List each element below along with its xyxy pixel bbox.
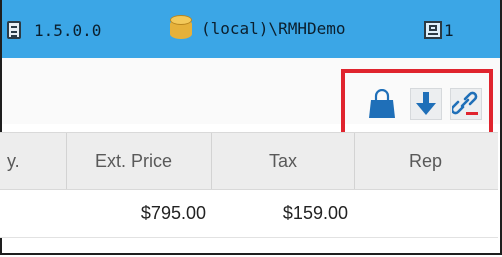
unlink-icon — [452, 91, 478, 115]
table-row[interactable]: $795.00 $159.00 — [0, 190, 498, 238]
shopping-bag-icon — [369, 89, 395, 118]
tax-cell: $159.00 — [282, 202, 348, 223]
users-icon — [424, 21, 442, 39]
column-divider — [66, 133, 67, 189]
version-label: 1.5.0.0 — [34, 20, 102, 40]
shop-button[interactable] — [366, 88, 398, 120]
column-header-qty[interactable]: y. — [7, 133, 20, 189]
user-indicator[interactable]: 1 — [424, 18, 454, 42]
database-indicator: (local)\RMHDemo — [170, 15, 346, 41]
column-header-tax[interactable]: Tax — [269, 133, 297, 189]
column-header-rep[interactable]: Rep — [409, 133, 442, 189]
ext-price-cell: $795.00 — [140, 202, 206, 223]
database-icon — [170, 15, 192, 41]
column-divider — [354, 133, 355, 189]
grid-header: y. Ext. Price Tax Rep — [0, 132, 498, 190]
user-count: 1 — [444, 20, 454, 40]
calculator-icon — [7, 21, 21, 39]
download-button[interactable] — [410, 88, 442, 120]
unlink-button[interactable] — [450, 88, 482, 120]
database-label: (local)\RMHDemo — [201, 18, 346, 38]
version-indicator: 1.5.0.0 — [7, 18, 101, 42]
column-divider — [211, 133, 212, 189]
download-arrow-icon — [416, 92, 436, 115]
status-bar: 1.5.0.0 (local)\RMHDemo 1 — [2, 0, 500, 58]
column-header-ext-price[interactable]: Ext. Price — [95, 133, 172, 189]
